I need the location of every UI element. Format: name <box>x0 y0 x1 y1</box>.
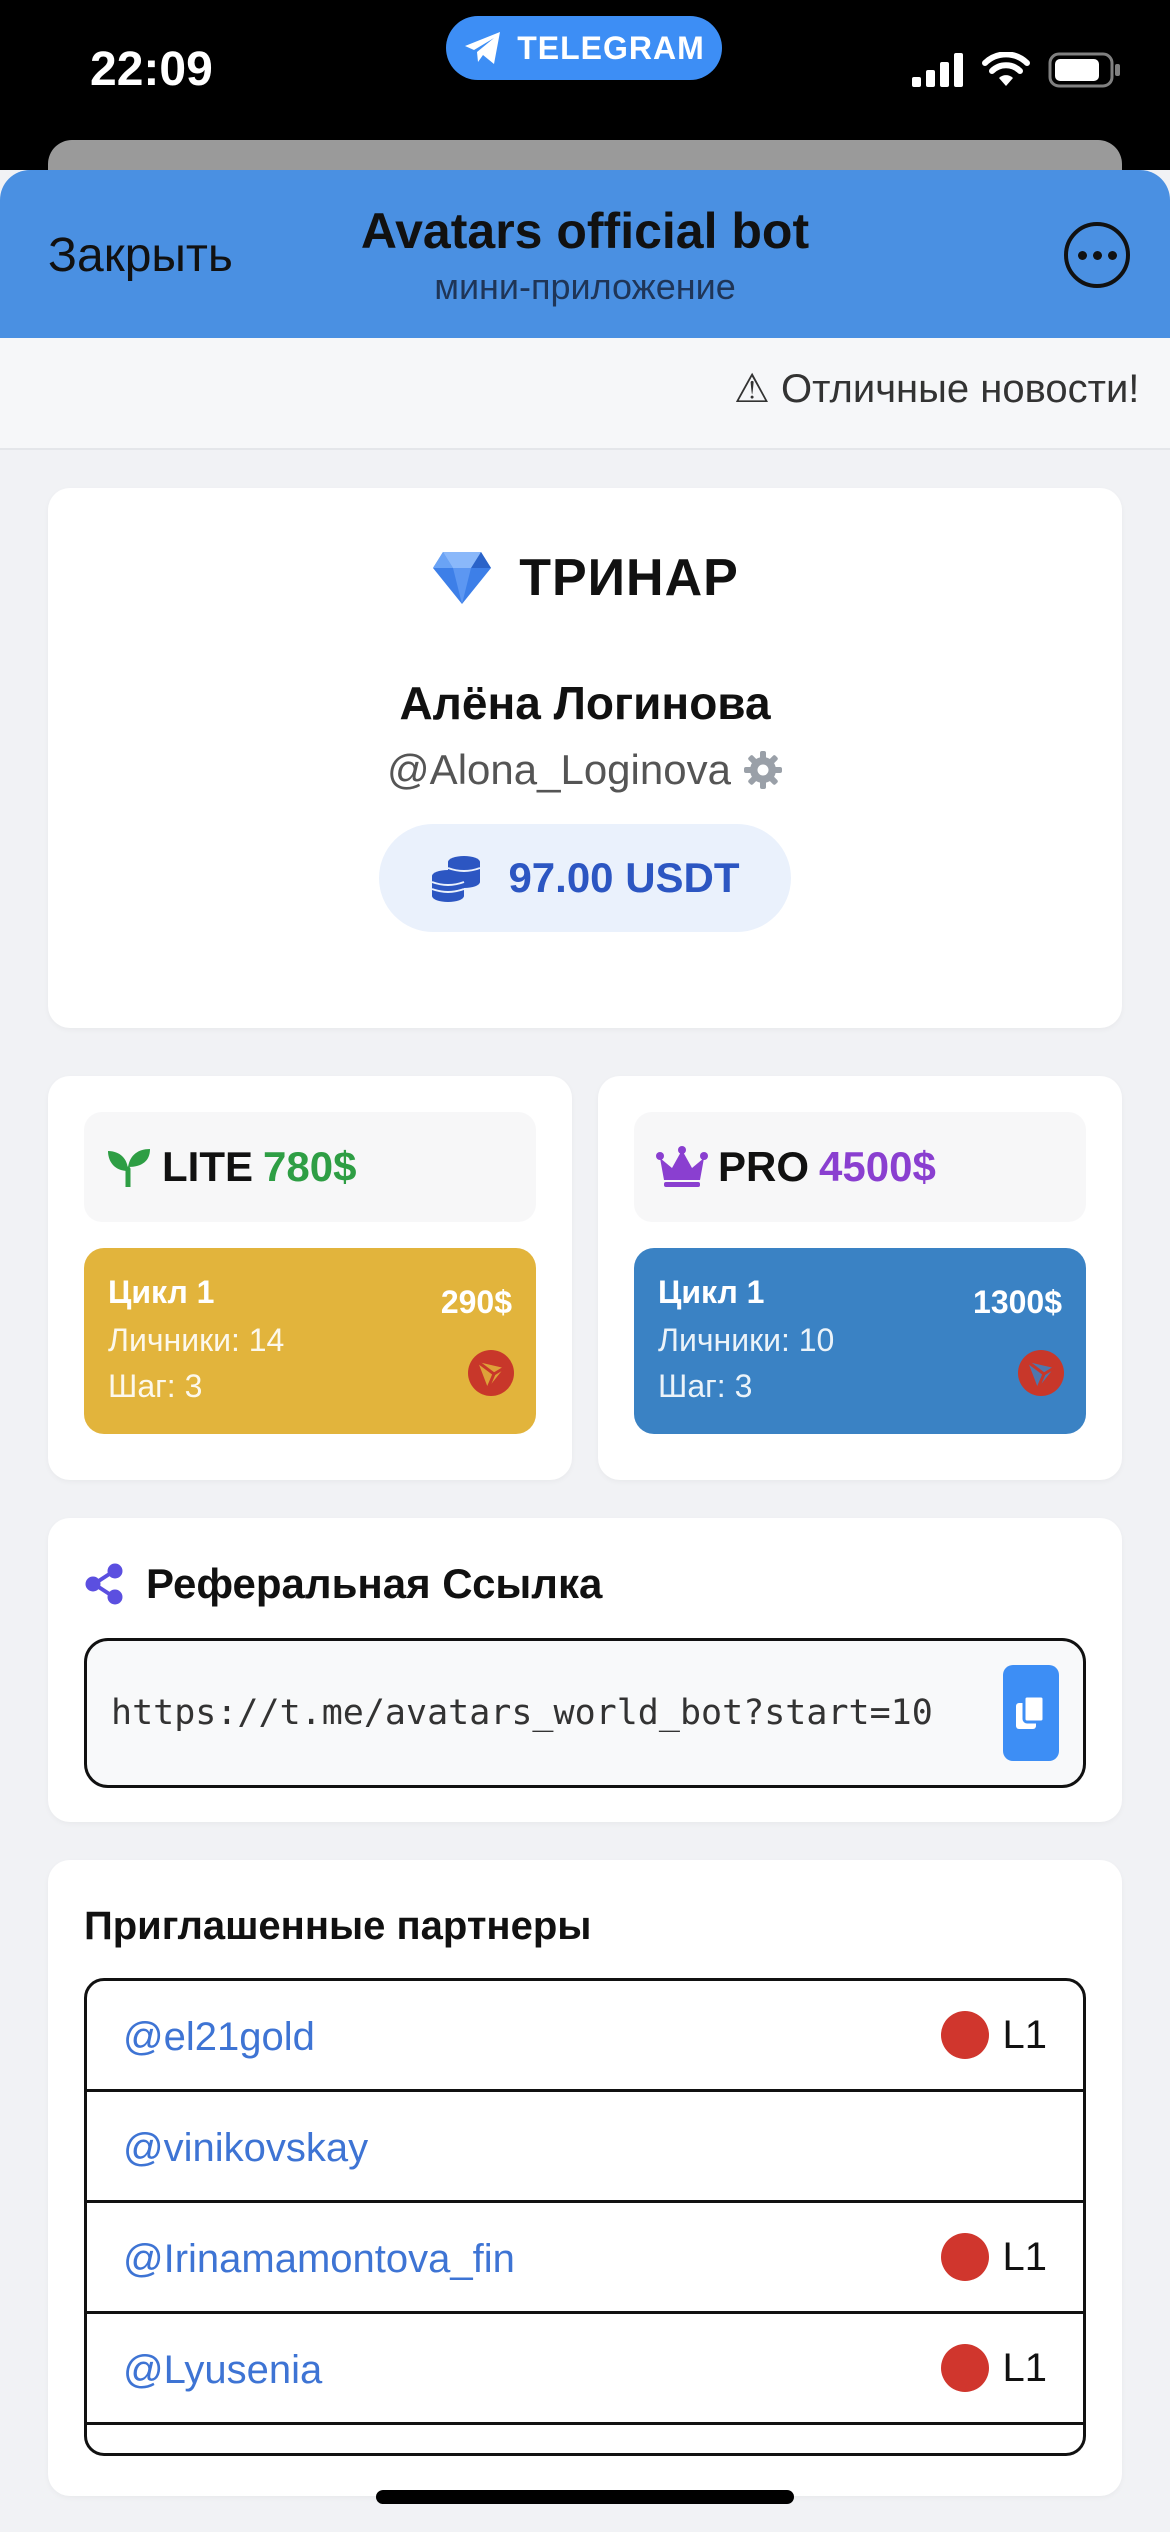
personal-count: Личники: 14 <box>108 1322 285 1358</box>
sprout-icon <box>108 1149 150 1187</box>
referral-url[interactable]: https://t.me/avatars_world_bot?start=10 <box>111 1693 933 1733</box>
referral-card: Реферальная Ссылка https://t.me/avatars_… <box>48 1518 1122 1822</box>
status-bar: 22:09 TELEGRAM <box>0 0 1170 200</box>
brand-name: ТРИНАР <box>519 549 739 607</box>
wifi-icon <box>982 52 1030 86</box>
user-handle: @Alona_Loginova <box>387 746 731 793</box>
plan-card-pro[interactable]: PRO 4500$ Цикл 1 Личники: 10 Шаг: 3 1300… <box>598 1076 1122 1480</box>
brand: ТРИНАР <box>48 548 1122 608</box>
partners-title: Приглашенные партнеры <box>84 1904 592 1948</box>
level-label: L1 <box>1002 2012 1048 2057</box>
balance-badge: 97.00 USDT <box>379 824 791 932</box>
tron-logo-icon <box>1018 1350 1064 1396</box>
battery-icon <box>1048 52 1120 88</box>
user-handle-row: @Alona_Loginova <box>48 746 1122 794</box>
plan-name: PRO <box>718 1143 810 1190</box>
level-label: L1 <box>1002 2345 1048 2390</box>
referral-link-field[interactable]: https://t.me/avatars_world_bot?start=10 <box>84 1638 1086 1788</box>
news-ticker: ⚠ Отличные новости! <box>0 338 1170 450</box>
list-item[interactable]: @Lyusenia L1 <box>87 2314 1083 2425</box>
more-options-button[interactable] <box>1064 222 1130 288</box>
balance-amount: 97.00 USDT <box>508 854 740 901</box>
cycle-amount: 1300$ <box>973 1284 1062 1320</box>
list-item[interactable]: @el21gold L1 <box>87 1981 1083 2092</box>
plan-header: LITE 780$ <box>84 1112 536 1222</box>
list-item[interactable]: @vinikovskay <box>87 2092 1083 2203</box>
step-label: Шаг: 3 <box>658 1368 753 1404</box>
plan-cycle-box: Цикл 1 Личники: 10 Шаг: 3 1300$ <box>634 1248 1086 1434</box>
partner-level: L1 <box>940 2233 1048 2281</box>
signal-icon <box>912 53 963 87</box>
diamond-icon <box>433 552 492 604</box>
copy-button[interactable] <box>1003 1665 1059 1761</box>
telegram-icon <box>465 32 501 64</box>
tron-logo-icon <box>468 1350 514 1396</box>
partner-handle[interactable]: @Irinamamontova_fin <box>123 2237 515 2282</box>
cycle-amount: 290$ <box>440 1284 512 1320</box>
step-label: Шаг: 3 <box>108 1368 203 1404</box>
dot-icon <box>1107 250 1117 260</box>
level-dot-icon <box>940 2233 989 2281</box>
ticker-text: ⚠ Отличные новости! <box>734 367 1140 411</box>
referral-title: Реферальная Ссылка <box>146 1560 603 1607</box>
partner-handle[interactable]: @vinikovskay <box>123 2126 368 2171</box>
share-icon <box>85 1563 123 1605</box>
page-title: Avatars official bot <box>360 203 810 259</box>
user-name: Алёна Логинова <box>399 677 771 729</box>
coins-icon <box>432 856 481 902</box>
level-label: L1 <box>1002 2234 1048 2279</box>
level-dot-icon <box>940 2011 989 2059</box>
dot-icon <box>1092 250 1102 260</box>
partner-level: L1 <box>940 2011 1048 2059</box>
crown-icon <box>656 1146 708 1187</box>
app-header: Закрыть Avatars official bot мини-прилож… <box>0 170 1170 338</box>
partner-handle[interactable]: @el21gold <box>123 2015 315 2060</box>
cycle-label: Цикл 1 <box>658 1274 765 1310</box>
partners-list: @el21gold L1 @vinikovskay @Irinamamontov… <box>84 1978 1086 2456</box>
gear-icon[interactable] <box>743 750 783 790</box>
status-time: 22:09 <box>90 43 213 96</box>
plan-name: LITE <box>162 1143 253 1190</box>
plan-price: 4500$ <box>819 1143 936 1190</box>
plan-price: 780$ <box>263 1143 357 1190</box>
plan-cycle-box: Цикл 1 Личники: 14 Шаг: 3 290$ <box>84 1248 536 1434</box>
copy-icon <box>1016 1694 1046 1729</box>
page-subtitle: мини-приложение <box>434 266 736 307</box>
level-dot-icon <box>940 2344 989 2392</box>
personal-count: Личники: 10 <box>658 1322 835 1358</box>
list-item[interactable]: @Irinamamontova_fin L1 <box>87 2203 1083 2314</box>
plan-header: PRO 4500$ <box>634 1112 1086 1222</box>
telegram-pill-label: TELEGRAM <box>517 29 705 66</box>
status-icons <box>912 52 1122 88</box>
profile-card: ТРИНАР Алёна Логинова @Alona_Loginova 97… <box>48 488 1122 1028</box>
plan-card-lite[interactable]: LITE 780$ Цикл 1 Личники: 14 Шаг: 3 290$ <box>48 1076 572 1480</box>
dot-icon <box>1077 250 1087 260</box>
partners-card: Приглашенные партнеры @el21gold L1 @vini… <box>48 1860 1122 2496</box>
home-indicator[interactable] <box>376 2490 794 2504</box>
partner-level: L1 <box>940 2344 1048 2392</box>
partner-handle[interactable]: @Lyusenia <box>123 2348 322 2393</box>
cycle-label: Цикл 1 <box>108 1274 215 1310</box>
referral-title-row: Реферальная Ссылка <box>84 1560 602 1608</box>
telegram-pill[interactable]: TELEGRAM <box>446 16 722 80</box>
